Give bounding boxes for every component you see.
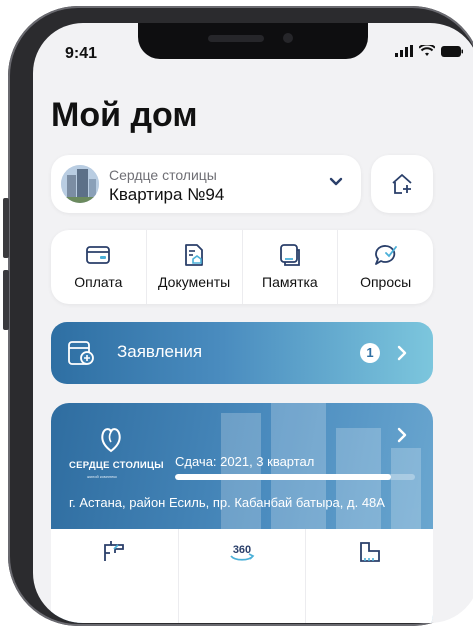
complex-name: Сердце столицы xyxy=(109,167,217,183)
card-icon xyxy=(86,246,111,264)
add-home-button[interactable] xyxy=(371,155,433,213)
quick-action-label: Опросы xyxy=(360,274,412,290)
quick-actions: Оплата Документы Памятка Опросы xyxy=(51,230,433,304)
notch xyxy=(138,23,368,59)
quick-action-documents[interactable]: Документы xyxy=(145,230,242,304)
memo-icon xyxy=(279,244,300,266)
quick-action-memo[interactable]: Памятка xyxy=(241,230,338,304)
complex-thumbnail xyxy=(61,165,99,203)
wifi-icon xyxy=(419,45,435,56)
signal-icon xyxy=(395,45,413,57)
add-home-icon xyxy=(392,174,412,194)
construction-progress-bar xyxy=(175,474,415,480)
survey-chat-icon xyxy=(374,245,397,265)
screen-content: 9:41 Мой дом Сердце столицы Квартира №94… xyxy=(33,23,473,623)
front-camera xyxy=(283,33,293,43)
residential-complex-card[interactable]: СЕРДЦЕ СТОЛИЦЫ жилой комплекс Сдача: 202… xyxy=(51,403,433,623)
plan-measure-icon xyxy=(359,542,380,562)
quick-action-payment[interactable]: Оплата xyxy=(51,230,146,304)
document-home-icon xyxy=(185,244,204,266)
claims-label: Заявления xyxy=(117,342,203,361)
chevron-right-icon xyxy=(397,345,407,361)
quick-action-label: Документы xyxy=(158,274,231,290)
apartment-label: Квартира №94 xyxy=(109,185,225,204)
tour-360-button[interactable]: 360 xyxy=(177,529,306,623)
quick-action-surveys[interactable]: Опросы xyxy=(337,230,433,304)
quick-action-label: Памятка xyxy=(262,274,318,290)
progress-fill xyxy=(175,474,391,480)
claims-count-badge: 1 xyxy=(360,343,380,363)
status-time: 9:41 xyxy=(65,45,98,62)
complex-actions-row: 360 xyxy=(51,529,433,623)
speaker xyxy=(208,35,264,42)
floor-plan-button[interactable] xyxy=(51,529,178,623)
tour-360-label: 360 xyxy=(233,544,251,556)
delivery-date: Сдача: 2021, 3 квартал xyxy=(175,454,315,469)
complex-logo-icon xyxy=(101,428,121,453)
status-icons xyxy=(395,45,463,57)
quick-action-label: Оплата xyxy=(74,274,123,290)
claims-document-icon xyxy=(68,341,94,365)
complex-logo-subtext: жилой комплекс xyxy=(87,474,118,479)
complex-address: г. Астана, район Есиль, пр. Кабанбай бат… xyxy=(69,495,385,510)
chevron-down-icon[interactable] xyxy=(329,177,343,187)
tour-360-icon: 360 xyxy=(230,544,255,561)
plan-measure-button[interactable] xyxy=(305,529,433,623)
battery-icon xyxy=(441,45,463,57)
volume-down-button xyxy=(3,270,9,330)
chevron-right-icon[interactable] xyxy=(397,427,407,443)
apartment-selector[interactable]: Сердце столицы Квартира №94 xyxy=(51,155,361,213)
complex-logo-text: СЕРДЦЕ СТОЛИЦЫ xyxy=(69,460,164,471)
page-title: Мой дом xyxy=(51,96,198,134)
volume-up-button xyxy=(3,198,9,258)
claims-button[interactable]: Заявления 1 xyxy=(51,322,433,384)
floor-plan-icon xyxy=(104,541,125,561)
